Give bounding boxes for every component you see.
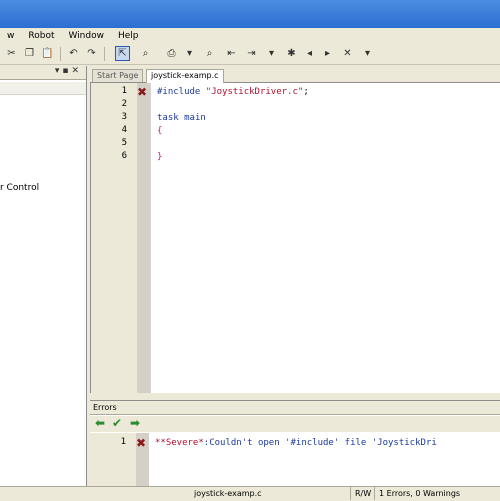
status-bar: joystick-examp.c R/W 1 Errors, 0 Warning… bbox=[0, 486, 500, 501]
task-name: main bbox=[184, 113, 206, 123]
editor-tabs: Start Page joystick-examp.c bbox=[90, 68, 500, 83]
next-error-arrow-icon[interactable]: ➡ bbox=[130, 417, 140, 430]
line-number: 3 bbox=[121, 112, 127, 122]
dropdown-icon[interactable]: ▾ bbox=[182, 46, 197, 61]
previous-error-arrow-icon[interactable]: ⬅ bbox=[95, 417, 105, 430]
errors-panel-title: Errors bbox=[90, 401, 500, 415]
menu-window[interactable]: Window bbox=[61, 31, 111, 41]
print-icon[interactable]: ⎙ bbox=[164, 46, 179, 61]
line-number: 6 bbox=[121, 151, 127, 161]
bookmark-prev-icon[interactable]: ◂ bbox=[302, 46, 317, 61]
dropdown-icon[interactable]: ▾ bbox=[264, 46, 279, 61]
bookmark-icon[interactable]: ✱ bbox=[284, 46, 299, 61]
code-editor[interactable]: 1 2 3 4 5 6 ✖ #include "JoystickDriver.c… bbox=[90, 83, 500, 393]
error-x-icon: ✖ bbox=[137, 85, 148, 99]
bookmark-next-icon[interactable]: ▸ bbox=[320, 46, 335, 61]
tab-start-page[interactable]: Start Page bbox=[92, 69, 144, 82]
menu-help[interactable]: Help bbox=[111, 31, 146, 41]
code-line-3: task main bbox=[157, 112, 206, 125]
line-number-gutter: 1 2 3 4 5 6 bbox=[91, 83, 137, 393]
find-icon[interactable]: ⌕ bbox=[138, 46, 153, 61]
copy-icon[interactable]: ❐ bbox=[22, 46, 37, 61]
error-message: :Couldn't open '#include' file 'Joystick… bbox=[203, 438, 437, 448]
toolbar-separator bbox=[60, 47, 61, 61]
left-panel: ▾▪✕ r Control bbox=[0, 66, 87, 486]
errors-gutter: 1 bbox=[90, 433, 136, 486]
cut-icon[interactable]: ✂ bbox=[4, 46, 19, 61]
left-panel-header: ▾▪✕ bbox=[0, 66, 86, 80]
code-line-1: #include "JoystickDriver.c"; bbox=[157, 86, 309, 99]
code-line-4: { bbox=[157, 126, 163, 136]
code-text-area[interactable]: #include "JoystickDriver.c"; task main {… bbox=[150, 83, 500, 393]
paste-icon[interactable]: 📋 bbox=[40, 46, 55, 61]
error-x-icon: ✖ bbox=[136, 436, 147, 450]
menu-robot[interactable]: Robot bbox=[21, 31, 61, 41]
line-number: 4 bbox=[121, 125, 127, 135]
error-line-number: 1 bbox=[120, 437, 126, 447]
compile-download-icon[interactable]: ⇱ bbox=[115, 46, 130, 61]
code-line-6: } bbox=[157, 152, 163, 162]
indent-icon[interactable]: ⇤ bbox=[224, 46, 239, 61]
include-string: "JoystickDriver.c" bbox=[205, 87, 304, 97]
error-message-row[interactable]: **Severe*:Couldn't open '#include' file … bbox=[155, 437, 437, 450]
line-number: 2 bbox=[121, 99, 127, 109]
semicolon: ; bbox=[303, 87, 309, 97]
binoculars-icon[interactable]: ⌕ bbox=[202, 46, 217, 61]
include-keyword: #include bbox=[157, 87, 201, 97]
error-mark-strip: ✖ bbox=[137, 83, 150, 393]
toolbar-separator bbox=[104, 47, 105, 61]
menu-view[interactable]: w bbox=[0, 31, 21, 41]
left-panel-toolbar bbox=[0, 82, 86, 95]
line-number: 5 bbox=[121, 138, 127, 148]
menu-bar: w Robot Window Help bbox=[0, 28, 500, 44]
outdent-icon[interactable]: ⇥ bbox=[244, 46, 259, 61]
status-filename: joystick-examp.c bbox=[194, 489, 262, 498]
title-bar bbox=[0, 0, 500, 28]
redo-icon[interactable]: ↷ bbox=[84, 46, 99, 61]
status-error-summary: 1 Errors, 0 Warnings bbox=[374, 487, 479, 500]
errors-mark-strip: ✖ bbox=[136, 433, 149, 486]
tab-joystick-examp[interactable]: joystick-examp.c bbox=[146, 69, 224, 83]
check-icon[interactable]: ✔ bbox=[112, 417, 122, 430]
undo-icon[interactable]: ↶ bbox=[66, 46, 81, 61]
errors-panel: Errors ⬅ ✔ ➡ 1 ✖ **Severe*:Couldn't open… bbox=[90, 400, 500, 486]
toolbar: ✂ ❐ 📋 ↶ ↷ ⇱ ⌕ ⎙ ▾ ⌕ ⇤ ⇥ ▾ ✱ ◂ ▸ ✕ ▾ bbox=[0, 44, 500, 65]
bookmark-clear-icon[interactable]: ✕ bbox=[340, 46, 355, 61]
line-number: 1 bbox=[121, 86, 127, 96]
task-keyword: task bbox=[157, 113, 179, 123]
left-panel-item[interactable]: r Control bbox=[0, 183, 39, 193]
dropdown-icon[interactable]: ▾ bbox=[360, 46, 375, 61]
error-severity: **Severe* bbox=[155, 438, 204, 448]
errors-toolbar: ⬅ ✔ ➡ bbox=[90, 416, 500, 432]
panel-controls[interactable]: ▾▪✕ bbox=[55, 66, 82, 76]
